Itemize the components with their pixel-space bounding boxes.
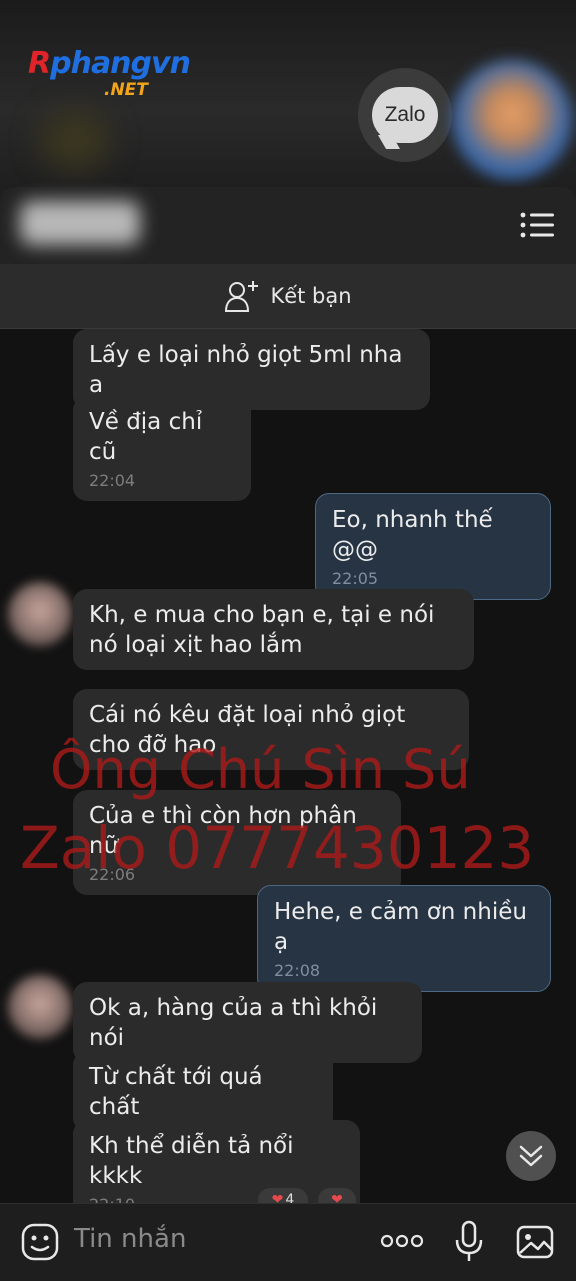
message-text: Eo, nhanh thế @@ bbox=[332, 507, 493, 563]
zalo-logo-label: Zalo bbox=[384, 103, 426, 126]
site-logo-suffix: .NET bbox=[104, 80, 148, 100]
message-text: Về địa chỉ cũ bbox=[89, 409, 203, 465]
message-text: Kh thể diễn tả nổi kkkk bbox=[89, 1133, 294, 1189]
contact-name-blurred[interactable] bbox=[20, 201, 140, 245]
scroll-to-bottom-button[interactable] bbox=[506, 1131, 556, 1181]
message-text: Hehe, e cảm ơn nhiều ạ bbox=[274, 899, 527, 955]
logo-letter-r: R bbox=[28, 46, 51, 81]
zalo-badge: Zalo bbox=[358, 68, 452, 162]
more-icon[interactable] bbox=[380, 1233, 424, 1249]
double-chevron-down-icon bbox=[519, 1145, 543, 1167]
watermark-line-2: Zalo 0777430123 bbox=[20, 814, 535, 882]
microphone-icon[interactable] bbox=[454, 1220, 484, 1264]
message-bubble[interactable]: Kh, e mua cho bạn e, tại e nói nó loại x… bbox=[73, 589, 474, 670]
message-text: Kh, e mua cho bạn e, tại e nói nó loại x… bbox=[89, 602, 435, 658]
zalo-logo-icon: Zalo bbox=[372, 87, 438, 143]
cover-image-blur bbox=[40, 110, 110, 170]
sender-avatar[interactable] bbox=[8, 582, 72, 646]
message-bubble-own[interactable]: Eo, nhanh thế @@ 22:05 bbox=[315, 493, 551, 600]
add-friend-bar[interactable]: Kết bạn bbox=[0, 264, 576, 329]
profile-avatar[interactable] bbox=[452, 60, 572, 180]
message-bubble[interactable]: Về địa chỉ cũ 22:04 bbox=[73, 396, 251, 501]
message-bubble-own[interactable]: Hehe, e cảm ơn nhiều ạ 22:08 bbox=[257, 885, 551, 992]
watermark-line-1: Ông Chú Sìn Sú bbox=[50, 738, 471, 801]
add-friend-icon bbox=[225, 281, 259, 312]
sender-avatar[interactable] bbox=[8, 975, 72, 1039]
menu-icon[interactable] bbox=[520, 211, 554, 239]
message-text: Từ chất tới quá chất bbox=[89, 1064, 263, 1120]
message-time: 22:04 bbox=[89, 471, 136, 490]
message-input[interactable]: Tin nhắn bbox=[74, 1224, 186, 1254]
message-time: 22:08 bbox=[274, 961, 321, 980]
message-text: Lấy e loại nhỏ giọt 5ml nha a bbox=[89, 342, 403, 398]
add-friend-label: Kết bạn bbox=[270, 284, 352, 308]
sticker-icon[interactable] bbox=[20, 1222, 60, 1262]
image-icon[interactable] bbox=[516, 1223, 556, 1261]
chat-header bbox=[0, 187, 576, 264]
message-time: 22:05 bbox=[332, 569, 379, 588]
site-logo: Rphangvn bbox=[28, 46, 191, 81]
message-text: Ok a, hàng của a thì khỏi nói bbox=[89, 995, 378, 1051]
logo-text: phangvn bbox=[50, 46, 191, 81]
